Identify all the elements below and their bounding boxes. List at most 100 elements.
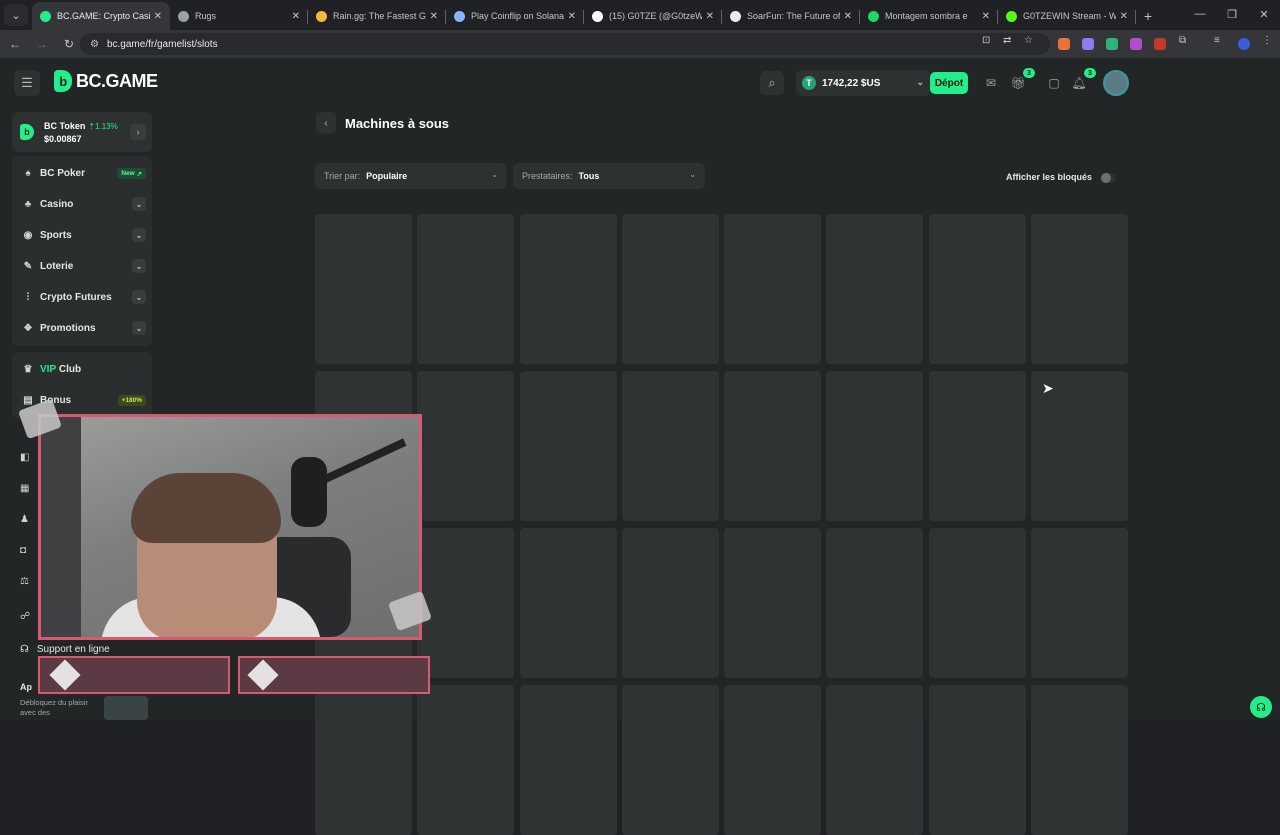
gift-icon[interactable]: 🎁︎ 3 xyxy=(1007,68,1035,94)
close-tab-icon[interactable]: ✕ xyxy=(154,11,162,22)
back-page-button[interactable]: ‹ xyxy=(316,112,336,134)
chevron-down-icon[interactable]: ⌄ xyxy=(132,228,146,242)
game-card[interactable] xyxy=(622,371,719,521)
chevron-right-icon[interactable]: › xyxy=(130,124,146,140)
site-logo[interactable]: b BC.GAME xyxy=(54,70,158,92)
close-tab-icon[interactable]: ✕ xyxy=(430,11,438,22)
game-card[interactable] xyxy=(1031,685,1128,835)
translate-icon[interactable]: ⇄ xyxy=(1003,35,1011,46)
browser-tab[interactable]: Rain.gg: The Fastest Growing ✕ xyxy=(308,2,446,30)
notification-bell-icon[interactable]: 🔔︎ 3 xyxy=(1068,68,1096,94)
back-button[interactable]: ← xyxy=(3,32,27,56)
reading-list-icon[interactable]: ≡ xyxy=(1214,35,1220,46)
game-card[interactable] xyxy=(315,214,412,364)
wallet-selector[interactable]: T 1742,22 $US ⌄ xyxy=(796,70,930,96)
close-tab-icon[interactable]: ✕ xyxy=(706,11,714,22)
game-card[interactable] xyxy=(929,214,1026,364)
sidebar-item-bc-poker[interactable]: ♠ BC Poker New ↗ xyxy=(12,158,152,189)
game-card[interactable] xyxy=(929,685,1026,835)
sidebar-item-casino[interactable]: ♣ Casino ⌄ xyxy=(12,189,152,220)
sidebar-item-sports[interactable]: ◉ Sports ⌄ xyxy=(12,220,152,251)
game-card[interactable] xyxy=(929,528,1026,678)
extension-phantom-icon[interactable] xyxy=(1082,38,1094,50)
game-card[interactable] xyxy=(622,685,719,835)
game-card[interactable] xyxy=(1031,528,1128,678)
game-card[interactable] xyxy=(724,528,821,678)
game-card[interactable] xyxy=(826,528,923,678)
close-tab-icon[interactable]: ✕ xyxy=(844,11,852,22)
sidebar-item-vip-club[interactable]: ♛ VIP Club xyxy=(12,354,152,385)
show-blocked-toggle[interactable] xyxy=(1100,173,1116,183)
minimize-icon[interactable]: — xyxy=(1184,0,1216,28)
deposit-button[interactable]: Dépot xyxy=(930,72,968,94)
game-card[interactable] xyxy=(622,214,719,364)
provably-fair-icon[interactable]: ⚖ xyxy=(20,576,34,590)
extensions-puzzle-icon[interactable]: ⧉ xyxy=(1179,35,1186,46)
close-tab-icon[interactable]: ✕ xyxy=(568,11,576,22)
site-info-icon[interactable]: ⚙ xyxy=(90,39,99,50)
extension-green-icon[interactable] xyxy=(1106,38,1118,50)
sidebar-item-loterie[interactable]: ✎ Loterie ⌄ xyxy=(12,251,152,282)
game-card[interactable] xyxy=(724,685,821,835)
leaderboard-icon[interactable]: ▦ xyxy=(20,483,34,497)
referral-icon[interactable]: ♟ xyxy=(20,514,34,528)
browser-tab[interactable]: Play Coinflip on Solana – ✕ xyxy=(446,2,584,30)
game-card[interactable] xyxy=(724,371,821,521)
chevron-down-icon[interactable]: ⌄ xyxy=(132,290,146,304)
address-bar[interactable]: ⚙ bc.game/fr/gamelist/slots xyxy=(80,33,1050,55)
browser-tab[interactable]: (15) G0TZE (@G0tzeWeb3) ✕ xyxy=(584,2,722,30)
browser-tab[interactable]: SoarFun: The Future of Hype ✕ xyxy=(722,2,860,30)
menu-toggle-button[interactable]: ☰ xyxy=(14,70,40,96)
game-card[interactable] xyxy=(520,214,617,364)
extension-red-icon[interactable] xyxy=(1154,38,1166,50)
user-avatar[interactable] xyxy=(1103,70,1129,96)
provider-select[interactable]: Prestataires: Tous ⌄ xyxy=(513,163,705,189)
search-button[interactable]: ⌕ xyxy=(760,71,784,95)
browser-tab[interactable]: G0TZEWIN Stream - Watch ✕ xyxy=(998,2,1136,30)
game-card[interactable] xyxy=(826,685,923,835)
forum-icon[interactable]: ◘ xyxy=(20,545,34,559)
mail-icon[interactable]: ✉ xyxy=(980,72,1002,94)
sort-select[interactable]: Trier par: Populaire ⌄ xyxy=(315,163,507,189)
game-card[interactable] xyxy=(929,371,1026,521)
profile-icon[interactable] xyxy=(1238,38,1250,50)
chevron-down-icon[interactable]: ⌄ xyxy=(132,321,146,335)
game-card[interactable] xyxy=(520,685,617,835)
extension-purple-icon[interactable] xyxy=(1130,38,1142,50)
close-tab-icon[interactable]: ✕ xyxy=(982,11,990,22)
support-link[interactable]: ☊ Support en ligne xyxy=(20,644,110,655)
close-tab-icon[interactable]: ✕ xyxy=(292,11,300,22)
close-tab-icon[interactable]: ✕ xyxy=(1120,11,1128,22)
game-card[interactable] xyxy=(622,528,719,678)
sidebar-item-crypto-futures[interactable]: ⫶ Crypto Futures ⌄ xyxy=(12,282,152,313)
game-card[interactable] xyxy=(417,214,514,364)
game-card[interactable] xyxy=(417,371,514,521)
chat-icon[interactable]: ▢ xyxy=(1043,72,1065,94)
restore-icon[interactable]: ❐ xyxy=(1216,0,1248,28)
game-card[interactable] xyxy=(417,685,514,835)
game-card[interactable] xyxy=(315,685,412,835)
help-headset-button[interactable]: ☊ xyxy=(1250,696,1272,718)
browser-tab[interactable]: Montagem sombra e ✕ xyxy=(860,2,998,30)
install-app-icon[interactable]: ⊡ xyxy=(982,35,990,46)
chevron-down-icon[interactable]: ⌄ xyxy=(132,197,146,211)
game-card[interactable] xyxy=(520,528,617,678)
game-card[interactable] xyxy=(520,371,617,521)
bookmark-star-icon[interactable]: ☆ xyxy=(1024,35,1033,46)
forward-button[interactable]: → xyxy=(30,32,54,56)
bc-token-widget[interactable]: b BC Token ⇡1.13% $0.00867 › xyxy=(12,112,152,152)
game-card[interactable] xyxy=(1031,214,1128,364)
game-card[interactable] xyxy=(826,371,923,521)
browser-tab[interactable]: BC.GAME: Crypto Casino Games ✕ xyxy=(32,2,170,30)
new-tab-button[interactable]: + xyxy=(1136,2,1160,30)
game-card[interactable] xyxy=(417,528,514,678)
game-card[interactable] xyxy=(724,214,821,364)
sponsorship-icon[interactable]: ☍ xyxy=(20,611,34,625)
tab-search-button[interactable]: ⌄ xyxy=(4,4,28,26)
sidebar-item-promotions[interactable]: ❖ Promotions ⌄ xyxy=(12,313,152,344)
browser-tab[interactable]: Rugs ✕ xyxy=(170,2,308,30)
game-card[interactable] xyxy=(826,214,923,364)
extension-fox-icon[interactable] xyxy=(1058,38,1070,50)
gamepad-icon[interactable]: ◧ xyxy=(20,452,34,466)
reload-button[interactable]: ↻ xyxy=(57,32,81,56)
